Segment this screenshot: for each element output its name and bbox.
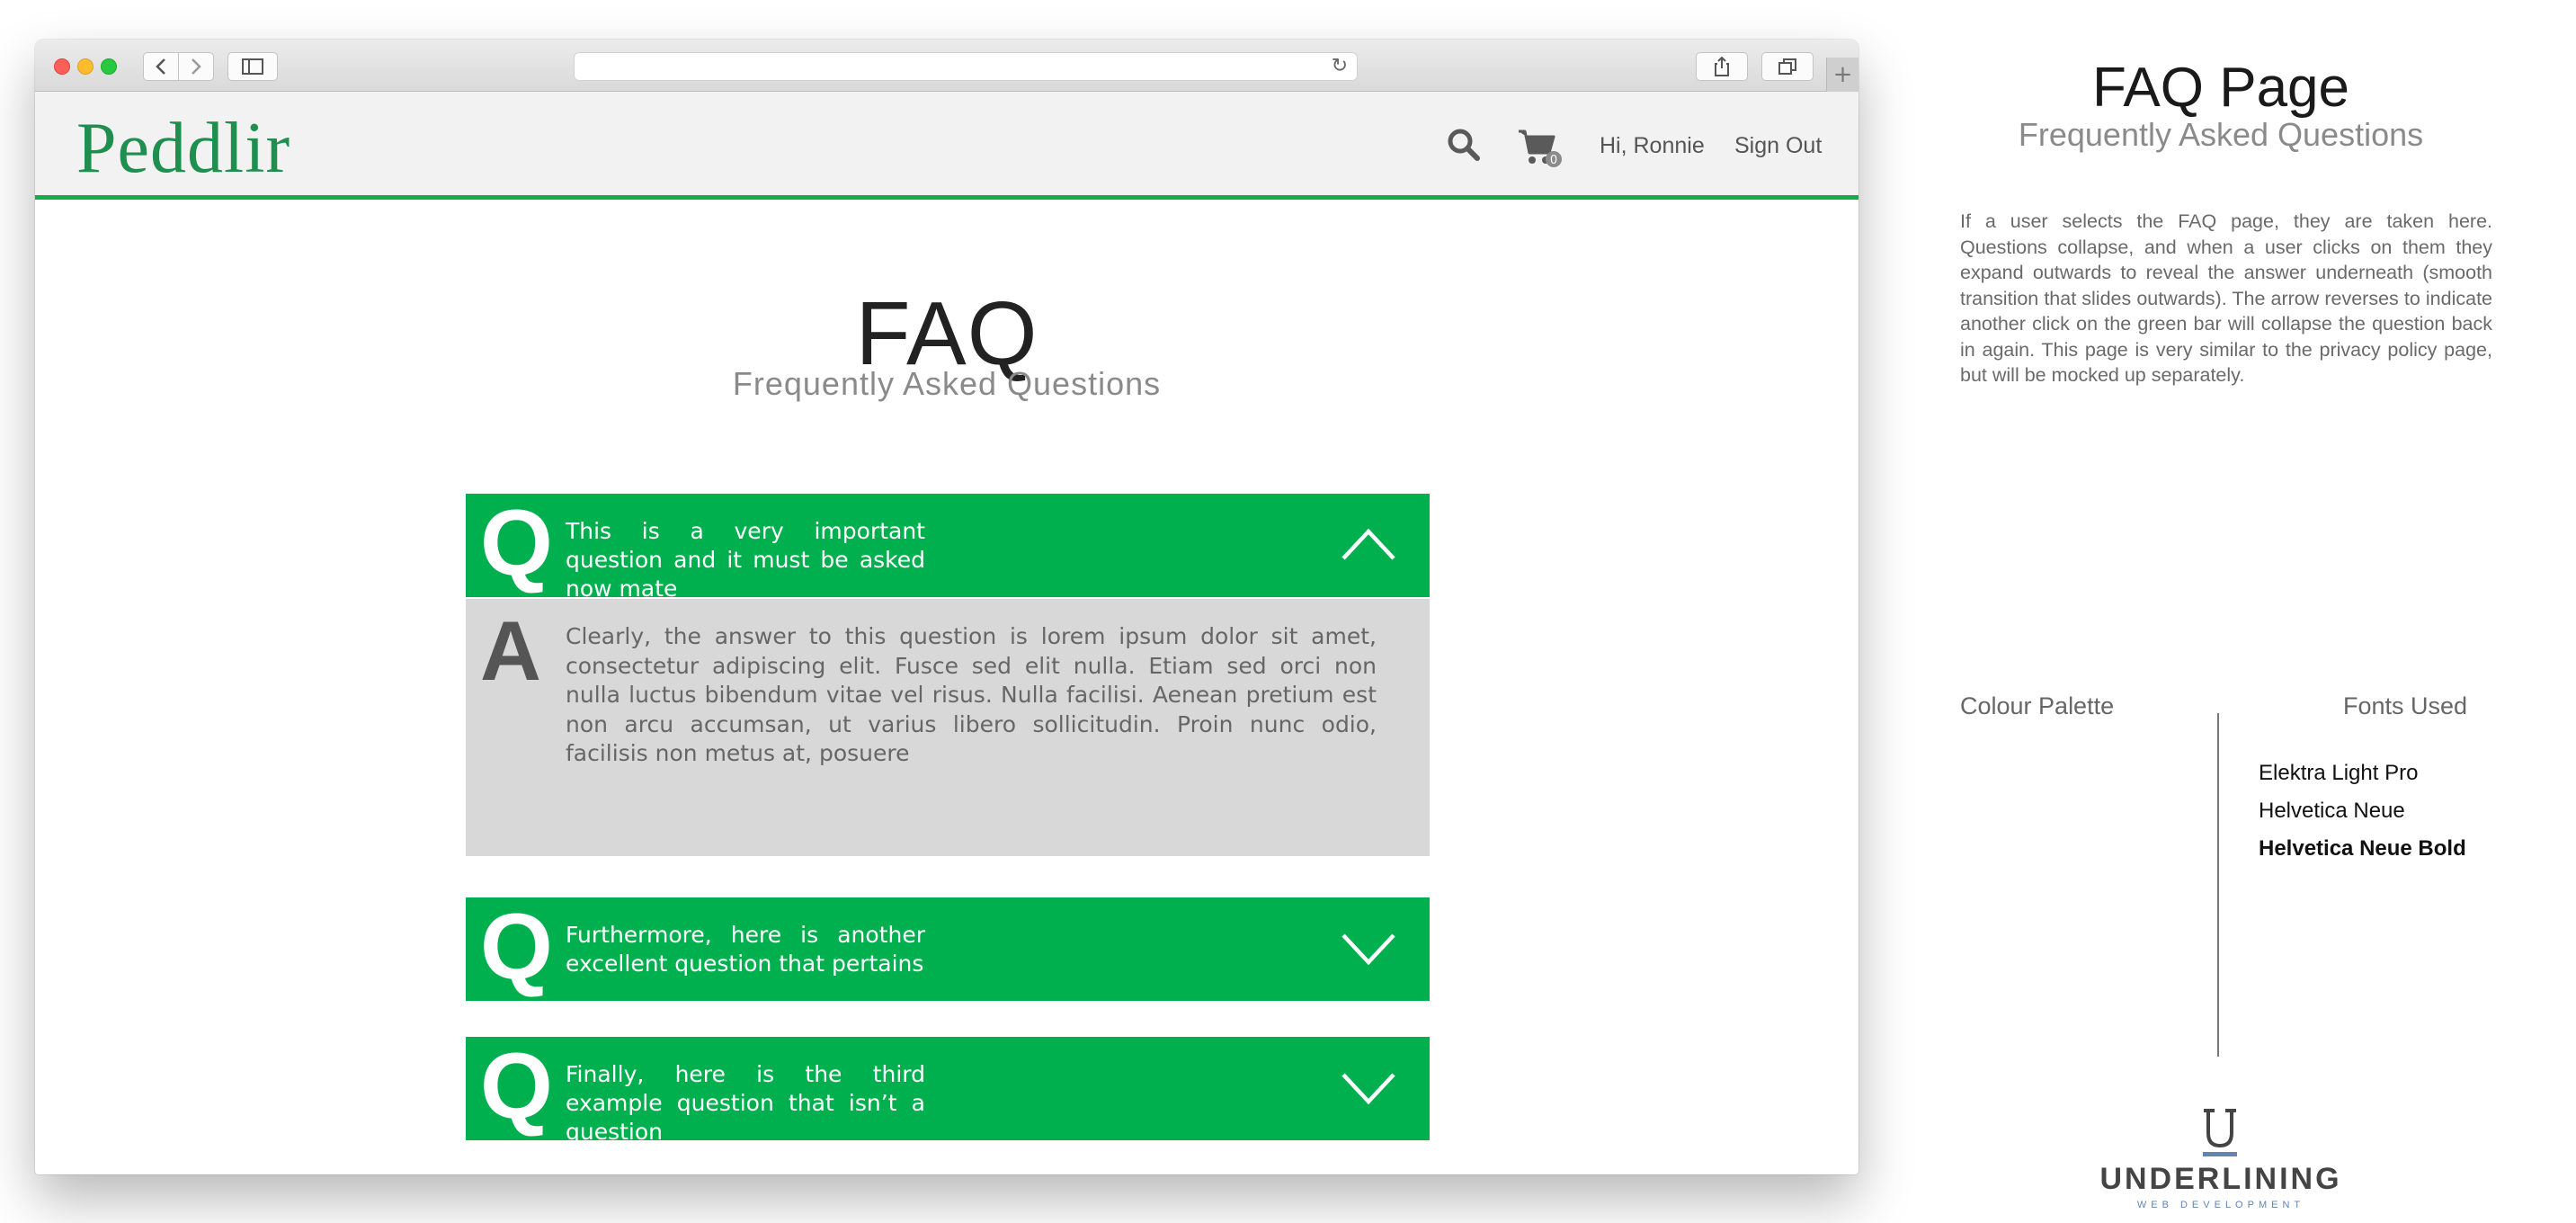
brand-name: UNDERLINING	[2099, 1162, 2342, 1196]
question-letter: Q	[480, 895, 553, 999]
new-tab-button[interactable]: +	[1826, 58, 1858, 92]
browser-window: ↻ + Peddlir 0 Hi, Ronnie Sign Out FAQ Fr…	[35, 40, 1858, 1174]
chevron-down-icon[interactable]	[1341, 1069, 1396, 1105]
font-item: Helvetica Neue Bold	[2259, 836, 2466, 861]
user-greeting[interactable]: Hi, Ronnie	[1600, 133, 1705, 159]
chevron-left-icon	[156, 58, 165, 75]
underlining-logo-icon	[2203, 1109, 2237, 1156]
question-text: This is a very important question and it…	[566, 518, 925, 602]
sign-out-link[interactable]: Sign Out	[1734, 133, 1822, 159]
faq-answer-1: A Clearly, the answer to this question i…	[466, 599, 1430, 856]
font-item: Helvetica Neue	[2259, 799, 2405, 823]
answer-letter: A	[480, 603, 541, 698]
site-logo[interactable]: Peddlir	[76, 108, 290, 190]
answer-text: Clearly, the answer to this question is …	[566, 623, 1377, 766]
question-text: Furthermore, here is another excellent q…	[566, 922, 925, 977]
tabs-icon	[1778, 58, 1796, 75]
cart-icon[interactable]: 0	[1517, 128, 1562, 173]
zoom-window-button[interactable]	[101, 58, 117, 75]
faq-question-2[interactable]: Q Furthermore, here is another excellent…	[466, 895, 1430, 1001]
question-text: Finally, here is the third example quest…	[566, 1061, 925, 1145]
font-item: Elektra Light Pro	[2259, 761, 2419, 785]
sidebar-toggle-button[interactable]	[227, 52, 278, 81]
notes-title: FAQ Page	[2091, 57, 2350, 119]
share-icon	[1715, 57, 1729, 76]
cart-count-badge: 0	[1550, 154, 1557, 167]
chevron-down-icon[interactable]	[1341, 930, 1396, 966]
page-subtitle: Frequently Asked Questions	[732, 365, 1162, 402]
back-button[interactable]	[143, 52, 179, 81]
brand-tagline: WEB DEVELOPMENT	[2136, 1200, 2305, 1210]
notes-description: If a user selects the FAQ page, they are…	[1960, 210, 2492, 386]
question-letter: Q	[480, 1034, 553, 1138]
chevron-right-icon	[192, 58, 201, 75]
plus-icon: +	[1832, 61, 1853, 88]
show-tabs-button[interactable]	[1761, 52, 1814, 81]
faq-question-1[interactable]: Q This is a very important question and …	[466, 491, 1430, 602]
colour-palette-label: Colour Palette	[1960, 692, 2115, 719]
fonts-used-label: Fonts Used	[2343, 692, 2468, 719]
site-header: Peddlir 0 Hi, Ronnie Sign Out	[35, 92, 1858, 200]
forward-button[interactable]	[178, 52, 214, 81]
notes-subtitle: Frequently Asked Questions	[2018, 116, 2424, 153]
notes-divider	[2217, 713, 2219, 1057]
faq-question-3[interactable]: Q Finally, here is the third example que…	[466, 1034, 1430, 1145]
search-icon[interactable]	[1447, 128, 1481, 165]
reload-icon[interactable]: ↻	[1332, 55, 1348, 77]
share-button[interactable]	[1696, 52, 1748, 81]
browser-toolbar: ↻ +	[35, 40, 1858, 92]
minimize-window-button[interactable]	[77, 58, 94, 75]
address-bar[interactable]: ↻	[574, 52, 1358, 81]
chevron-up-icon[interactable]	[1341, 526, 1396, 562]
sidebar-icon	[242, 58, 263, 75]
question-letter: Q	[480, 491, 553, 595]
close-window-button[interactable]	[54, 58, 70, 75]
